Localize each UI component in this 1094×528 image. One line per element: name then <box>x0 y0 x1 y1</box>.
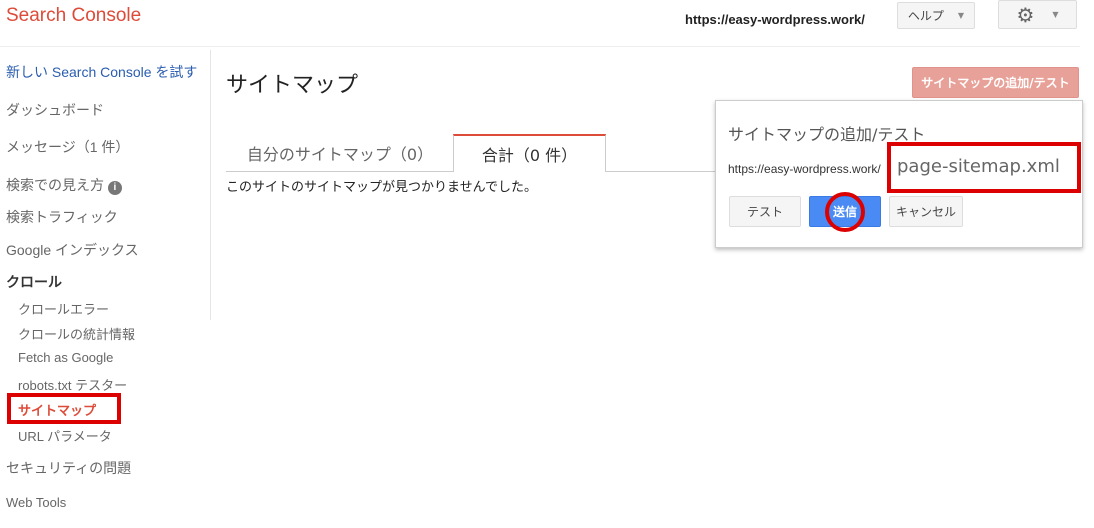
chevron-down-icon: ▼ <box>1052 10 1059 19</box>
sidebar-item-fetch-as-google[interactable]: Fetch as Google <box>18 350 113 365</box>
sidebar-item-sitemaps[interactable]: サイトマップ <box>18 400 96 419</box>
tab-my-sitemaps[interactable]: 自分のサイトマップ（0） <box>226 134 454 172</box>
sitemap-url-input[interactable]: page-sitemap.xml <box>887 142 1081 193</box>
sidebar-item-messages[interactable]: メッセージ（1 件） <box>6 137 129 157</box>
add-sitemap-dialog: サイトマップの追加/テスト https://easy-wordpress.wor… <box>715 100 1083 248</box>
sidebar-item-web-tools[interactable]: Web Tools <box>6 495 66 510</box>
empty-message: このサイトのサイトマップが見つかりませんでした。 <box>226 180 537 195</box>
sidebar-item-crawl-stats[interactable]: クロールの統計情報 <box>18 324 135 343</box>
help-label: ヘルプ <box>907 9 944 23</box>
sidebar-item-dashboard[interactable]: ダッシュボード <box>6 100 104 120</box>
help-button[interactable]: ヘルプ ▼ <box>897 2 975 29</box>
test-button[interactable]: テスト <box>729 196 801 227</box>
gear-icon: ⚙ <box>1016 2 1035 27</box>
tab-divider <box>606 171 716 172</box>
sidebar-item-search-appearance[interactable]: 検索での見え方 i <box>6 175 122 195</box>
sidebar-item-search-traffic[interactable]: 検索トラフィック <box>6 207 118 227</box>
sidebar-item-url-parameters[interactable]: URL パラメータ <box>18 426 112 445</box>
sidebar-item-google-index[interactable]: Google インデックス <box>6 240 139 260</box>
sidebar-item-crawl-errors[interactable]: クロールエラー <box>18 299 109 318</box>
cancel-button[interactable]: キャンセル <box>889 196 963 227</box>
label: 検索での見え方 <box>6 177 104 193</box>
logo[interactable]: Search Console <box>6 5 141 27</box>
chevron-down-icon: ▼ <box>957 11 965 20</box>
sidebar-item-new-console[interactable]: 新しい Search Console を試す <box>6 62 197 82</box>
highlight-circle <box>825 192 865 232</box>
info-icon[interactable]: i <box>107 181 122 195</box>
sidebar-item-crawl[interactable]: クロール <box>6 272 62 292</box>
sidebar-item-security[interactable]: セキュリティの問題 <box>6 458 131 478</box>
add-sitemap-button[interactable]: サイトマップの追加/テスト <box>912 67 1079 98</box>
url-prefix: https://easy-wordpress.work/ <box>728 162 881 176</box>
divider <box>0 46 1080 47</box>
page-title: サイトマップ <box>226 73 359 98</box>
site-url: https://easy-wordpress.work/ <box>685 12 865 27</box>
settings-button[interactable]: ⚙ ▼ <box>998 0 1077 29</box>
tab-total[interactable]: 合計（0 件） <box>453 134 606 172</box>
sidebar-item-robots-tester[interactable]: robots.txt テスター <box>18 375 127 394</box>
